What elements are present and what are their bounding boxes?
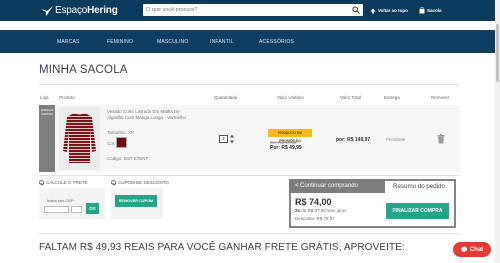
discount-amount: Desconto: R$ 75,97 [295, 216, 335, 221]
chevron-down-icon [39, 180, 44, 185]
header-produto: Produto [59, 95, 75, 100]
installments-text: de R$ 37,00 sem juros [301, 208, 347, 213]
back-to-top-link[interactable]: Voltar ao topo [370, 6, 408, 15]
divider [39, 233, 460, 234]
chat-button[interactable]: Chat [453, 242, 491, 257]
installments-count: 2x [295, 208, 301, 213]
divider [39, 84, 460, 85]
continue-shopping-button[interactable]: < Continuar comprando [289, 179, 385, 193]
quantity-input[interactable]: 2 [219, 135, 228, 143]
menu-item-masculino[interactable]: MASCULINO [157, 39, 189, 45]
promo-badge: PRODUTO EM PROMOÇÃO [268, 129, 312, 143]
trash-icon[interactable] [437, 134, 445, 144]
store-badge: ESPAÇO HERING [41, 108, 54, 116]
cep-input-prefix[interactable] [44, 206, 69, 213]
total-price: por: R$ 149,97 [336, 137, 371, 143]
order-summary-title: Resumo do pedido [393, 183, 445, 190]
logo-text-part2: Hering [87, 5, 118, 16]
bird-logo-icon [41, 5, 53, 16]
bag-icon [419, 7, 425, 14]
arrow-up-icon [370, 8, 376, 13]
dress-image [63, 113, 96, 163]
free-shipping-banner: FALTAM R$ 49,93 REAIS PARA VOCÊ GANHAR F… [39, 242, 405, 253]
product-code: Código: 60I7 E7ENT [107, 156, 149, 161]
product-name[interactable]: Vestido Curto Listrado Em Malha De Algod… [107, 109, 191, 120]
logo-text: EspaçoHering [55, 5, 118, 16]
header-valor-unitario: Valor Unitário [277, 95, 304, 100]
order-total: R$ 74,00 [295, 197, 332, 207]
logo[interactable]: EspaçoHering [41, 4, 118, 17]
search-box [143, 4, 363, 16]
cep-input-suffix[interactable] [71, 206, 82, 213]
store-column: ESPAÇO HERING [39, 105, 55, 172]
header-valor-total: Valor Total [340, 95, 361, 100]
main-menu: MARCAS FEMININO MASCULINO INFANTIL ACESS… [0, 30, 500, 53]
shipping-calculator-label: CALCULE O FRETE [46, 180, 88, 185]
product-color-label: Cor: [107, 141, 116, 146]
product-size: Tamanho: XP [107, 130, 135, 135]
menu-item-infantil[interactable]: INFANTIL [210, 39, 234, 45]
logo-text-part1: Espaço [55, 5, 88, 16]
calculate-shipping-button[interactable]: OK [86, 203, 99, 214]
search-icon[interactable] [352, 6, 360, 14]
installments: 2x de R$ 37,00 sem juros [295, 208, 347, 213]
header-entrega: Entrega [384, 95, 400, 100]
search-input[interactable] [146, 4, 346, 16]
unit-price: Por: R$ 49,99 [270, 145, 302, 151]
color-swatch [116, 137, 127, 148]
shipping-calculator-toggle[interactable]: CALCULE O FRETE [39, 180, 88, 185]
chat-label: Chat [469, 246, 484, 253]
coupon-toggle[interactable]: CUPOM DE DESCONTO [111, 180, 169, 185]
checkout-button[interactable]: FINALIZAR COMPRA [386, 203, 449, 219]
delivery-status: Pendente [386, 137, 406, 142]
bag-label: Sacola [427, 8, 442, 13]
scrollbar-thumb[interactable] [496, 24, 499, 82]
menu-item-marcas[interactable]: MARCAS [57, 39, 80, 45]
top-bar: EspaçoHering Voltar ao topo Sacola [0, 0, 500, 21]
header-loja: Loja [40, 95, 49, 100]
back-to-top-label: Voltar ao topo [378, 8, 408, 13]
header-quantidade: Quantidade [214, 95, 238, 100]
menu-item-feminino[interactable]: FEMININO [107, 39, 133, 45]
chevron-down-icon [111, 180, 116, 185]
remove-coupon-button[interactable]: REMOVER CUPOM [115, 195, 157, 207]
header-remover: Remover [431, 95, 450, 100]
bag-link[interactable]: Sacola [419, 6, 442, 15]
quantity-stepper-icon[interactable] [229, 134, 235, 144]
product-image[interactable] [59, 107, 100, 170]
page-title: MINHA SACOLA [39, 64, 128, 76]
divider [39, 175, 460, 176]
chat-bubble-icon [461, 246, 467, 253]
cep-label: Insira seu CEP: [47, 198, 75, 203]
coupon-label: CUPOM DE DESCONTO [118, 180, 169, 185]
menu-item-acessorios[interactable]: ACESSÓRIOS [259, 39, 294, 45]
